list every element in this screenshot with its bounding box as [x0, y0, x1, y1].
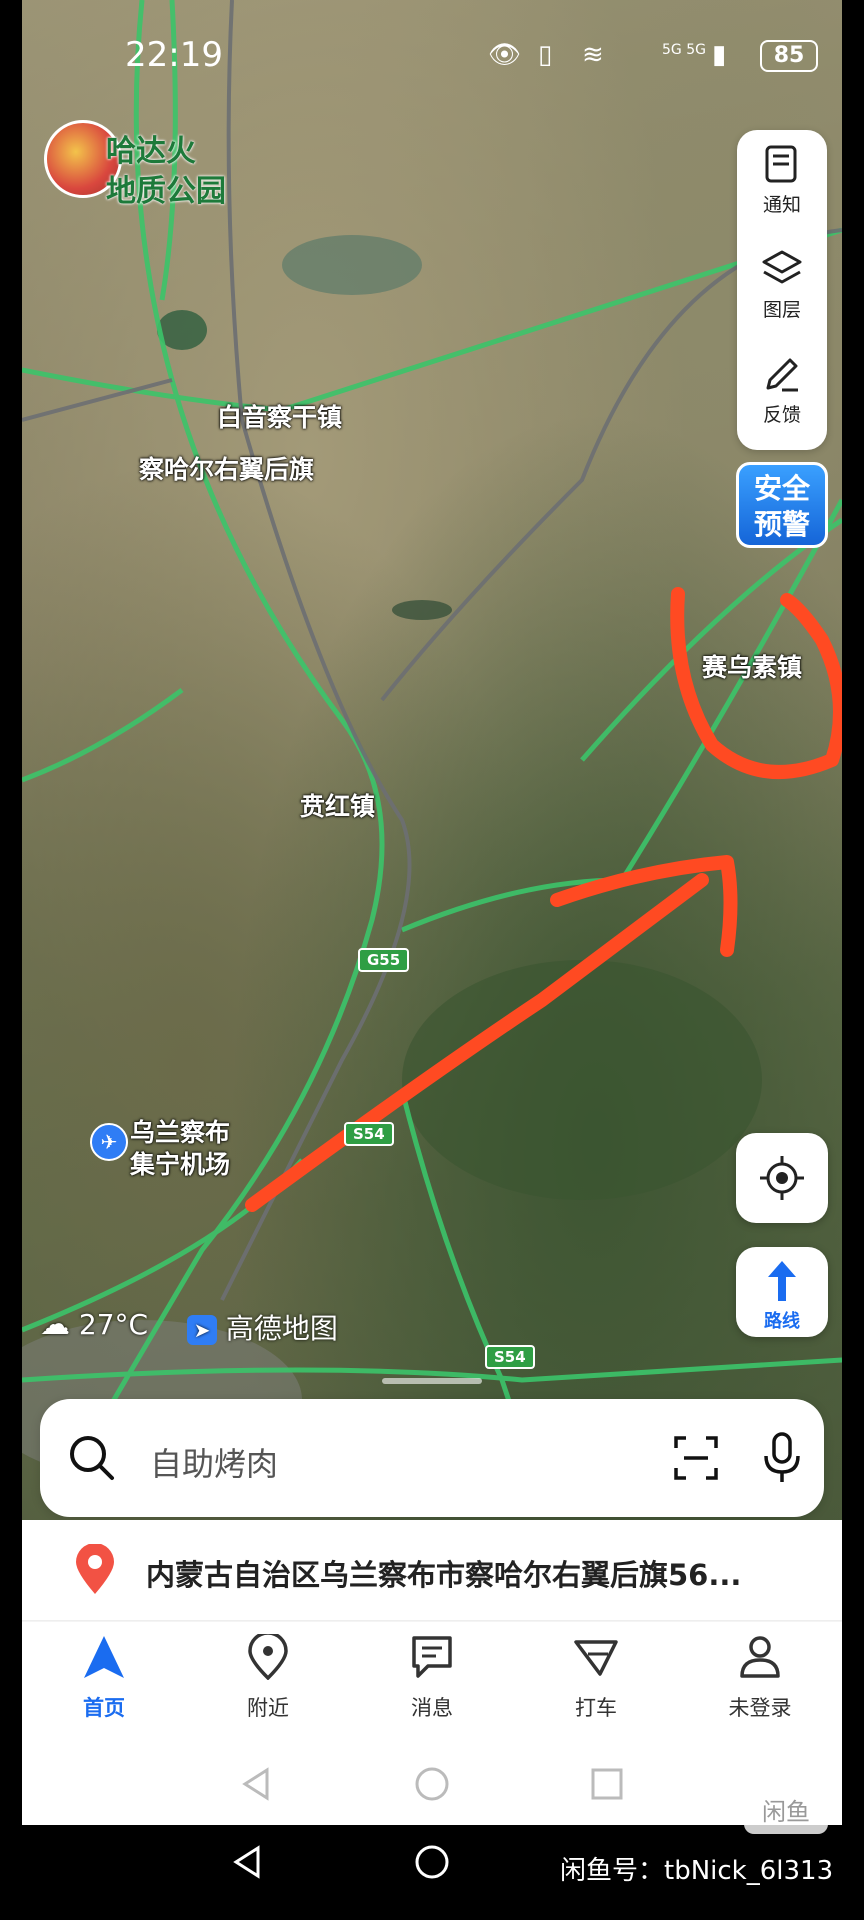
taxi-icon: [574, 1640, 618, 1676]
road-shield-s54: S54: [485, 1345, 535, 1369]
park-label-line: 地质公园: [106, 174, 226, 209]
bottom-tab-bar: 首页 附近 消息 打车 未登录: [22, 1622, 842, 1742]
location-pin-icon: [76, 1544, 114, 1594]
user-icon: [740, 1636, 780, 1678]
tab-home[interactable]: 首页: [34, 1622, 174, 1742]
place-label: 乌兰察布: [130, 1118, 231, 1147]
home-icon[interactable]: [412, 1842, 452, 1882]
route-label: 路线: [764, 1311, 800, 1332]
place-label: 集宁机场: [130, 1150, 231, 1179]
route-button[interactable]: 路线: [736, 1247, 828, 1337]
status-bar: 22:19 👁 ▯ ≋ 5G 5G ▮ 85: [22, 0, 842, 120]
layers-button[interactable]: 图层: [737, 235, 827, 335]
weather-indicator[interactable]: ☁ 27°C: [40, 1307, 148, 1342]
tab-label: 未登录: [728, 1696, 792, 1720]
recents-icon[interactable]: [587, 1764, 627, 1804]
layers-label: 图层: [762, 299, 801, 321]
feedback-label: 反馈: [762, 404, 801, 426]
notification-icon: [765, 145, 797, 183]
vibrate-icon: ▯: [538, 40, 553, 70]
scan-icon[interactable]: [672, 1434, 720, 1482]
amap-brand-text: 高德地图: [225, 1312, 338, 1345]
back-icon[interactable]: [237, 1764, 277, 1804]
road-shield-s54: S54: [344, 1122, 394, 1146]
place-label[interactable]: 白音察干镇: [217, 398, 342, 434]
drag-handle[interactable]: [382, 1378, 482, 1384]
search-bar[interactable]: 自助烤肉: [40, 1399, 824, 1517]
route-arrow-icon: [768, 1261, 796, 1301]
phone-screen: 白音察干镇 察哈尔右翼后旗 赛乌素镇 贲红镇 ✈ 乌兰察布 集宁机场 G55 S…: [22, 0, 842, 1825]
alert-line: 预警: [753, 508, 810, 541]
map-overlay: [22, 0, 842, 1480]
watermark-text: 闲鱼号：tbNick_6l313: [560, 1856, 834, 1886]
notify-button[interactable]: 通知: [737, 130, 827, 230]
place-label[interactable]: 贲红镇: [300, 787, 375, 823]
network-type: 5G 5G: [662, 42, 706, 58]
safety-alert-button[interactable]: 安全 预警: [736, 462, 828, 548]
place-label[interactable]: 察哈尔右翼后旗: [139, 450, 314, 486]
satellite-map[interactable]: 白音察干镇 察哈尔右翼后旗 赛乌素镇 贲红镇 ✈ 乌兰察布 集宁机场 G55 S…: [22, 0, 842, 1520]
home-navigation-icon: [84, 1636, 124, 1678]
amap-arrow-icon: ➤: [187, 1315, 217, 1345]
layers-icon: [762, 250, 802, 284]
current-location-text: 内蒙古自治区乌兰察布市察哈尔右翼后旗56...: [146, 1558, 742, 1592]
nearby-pin-icon: [248, 1634, 288, 1680]
search-icon: [70, 1436, 114, 1480]
tab-profile[interactable]: 未登录: [690, 1622, 830, 1742]
park-label[interactable]: 哈达火 地质公园: [106, 132, 226, 212]
temperature: 27°C: [78, 1308, 149, 1341]
park-label-line: 哈达火: [106, 134, 196, 169]
locate-button[interactable]: [736, 1133, 828, 1223]
watermark-badge: 闲鱼: [744, 1790, 828, 1834]
current-location-bar[interactable]: 内蒙古自治区乌兰察布市察哈尔右翼后旗56...: [22, 1520, 842, 1621]
eye-icon: 👁: [488, 40, 522, 70]
tab-label: 附近: [247, 1696, 289, 1720]
home-icon[interactable]: [412, 1764, 452, 1804]
tab-messages[interactable]: 消息: [362, 1622, 502, 1742]
clock: 22:19: [125, 35, 223, 75]
message-icon: [412, 1636, 452, 1678]
airport-icon: ✈: [90, 1123, 128, 1161]
cloud-icon: ☁: [40, 1307, 70, 1342]
signal-icon: ▮: [712, 40, 727, 70]
notify-label: 通知: [762, 194, 801, 216]
feedback-button[interactable]: 反馈: [737, 340, 827, 440]
search-input[interactable]: 自助烤肉: [150, 1439, 278, 1485]
alert-line: 安全: [753, 472, 810, 505]
tab-label: 打车: [575, 1696, 617, 1720]
amap-logo: ➤ 高德地图: [187, 1307, 338, 1347]
tab-label: 首页: [83, 1696, 125, 1720]
tab-label: 消息: [411, 1696, 453, 1720]
map-tools-panel: 通知 图层 反馈: [737, 130, 827, 450]
road-shield-g55: G55: [358, 948, 410, 972]
tab-nearby[interactable]: 附近: [198, 1622, 338, 1742]
place-label[interactable]: 赛乌素镇: [702, 648, 802, 684]
wifi-icon: ≋: [582, 40, 604, 70]
microphone-icon[interactable]: [762, 1432, 802, 1484]
locate-icon: [760, 1156, 804, 1200]
system-navigation-bar: [22, 1742, 842, 1825]
battery-indicator: 85: [760, 40, 818, 72]
back-icon[interactable]: [228, 1842, 268, 1882]
tab-taxi[interactable]: 打车: [526, 1622, 666, 1742]
pencil-icon: [766, 358, 798, 392]
